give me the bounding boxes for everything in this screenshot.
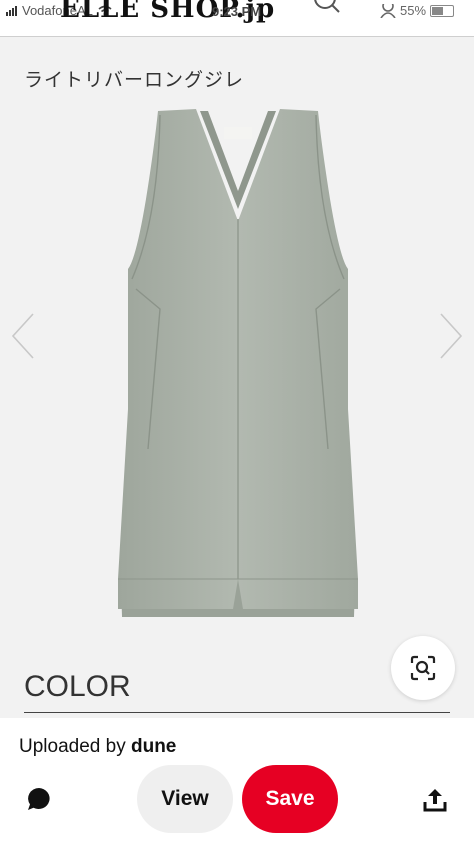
- chevron-right-icon[interactable]: [438, 312, 464, 360]
- product-title: ライトリバーロングジレ: [24, 69, 245, 91]
- comment-icon[interactable]: [26, 786, 52, 812]
- uploader-text: Uploaded by dune: [19, 736, 176, 758]
- clock: 9:23 PM: [212, 4, 262, 19]
- uploader-name[interactable]: dune: [131, 736, 176, 757]
- uploader-prefix: Uploaded by: [19, 736, 126, 757]
- battery-percent: 55%: [400, 3, 427, 18]
- save-button[interactable]: Save: [242, 765, 338, 833]
- product-image-card[interactable]: ライトリバーロングジレ COLOR: [0, 37, 474, 717]
- visual-search-button[interactable]: [391, 636, 455, 700]
- divider: [24, 712, 450, 713]
- chevron-left-icon[interactable]: [10, 312, 36, 360]
- color-heading: COLOR: [24, 670, 131, 703]
- share-icon[interactable]: [422, 787, 448, 813]
- search-icon[interactable]: [312, 0, 342, 18]
- action-bar: View Save: [0, 756, 474, 842]
- battery-area: 55%: [380, 3, 455, 18]
- signal-icon: [6, 5, 17, 16]
- uploader-row: Uploaded by dune: [0, 718, 474, 758]
- vest-image: [118, 109, 358, 617]
- visual-search-icon: [410, 655, 436, 681]
- battery-icon: [430, 4, 455, 17]
- status-bar: VodafoneAL ELLE SHOP.jp 9:23 PM 55%: [0, 0, 474, 37]
- user-icon[interactable]: [380, 3, 396, 18]
- view-button[interactable]: View: [137, 765, 233, 833]
